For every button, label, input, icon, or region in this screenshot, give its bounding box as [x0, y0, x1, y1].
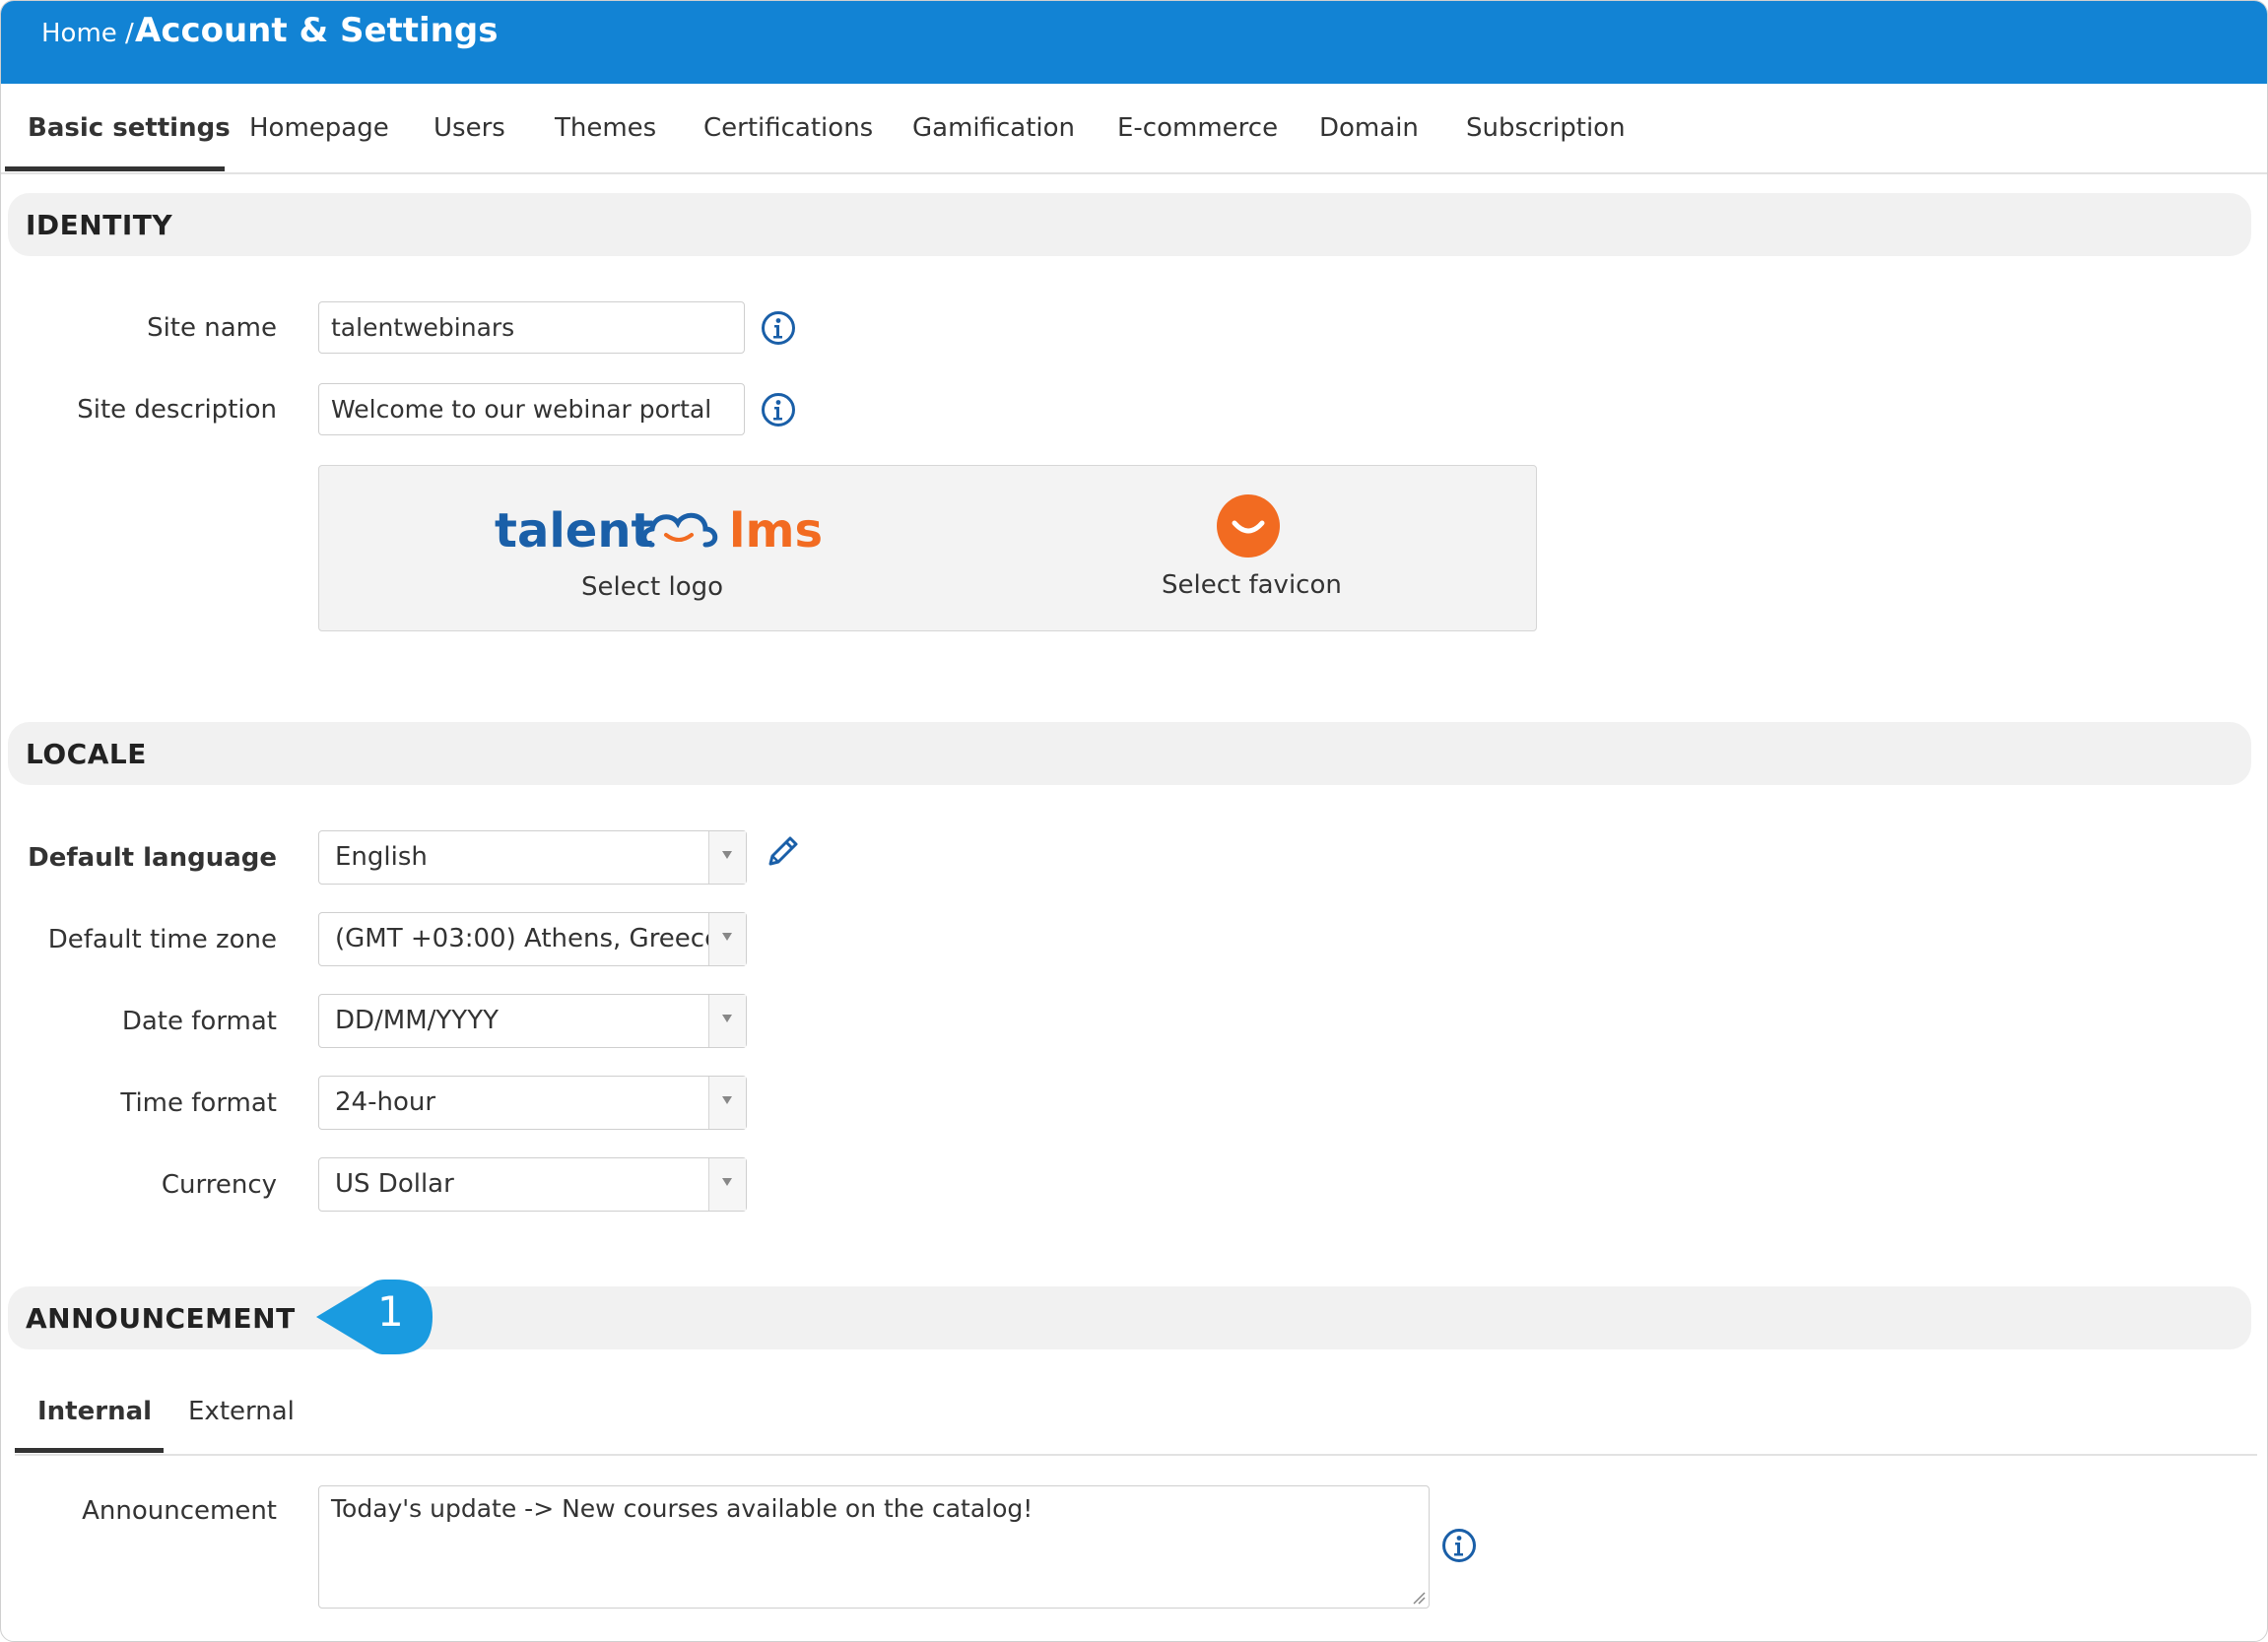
announcement-label: Announcement — [82, 1496, 277, 1526]
tab-certifications[interactable]: Certifications — [703, 113, 873, 143]
tab-themes[interactable]: Themes — [555, 113, 656, 143]
time-format-select[interactable]: 24-hour — [318, 1076, 747, 1130]
site-description-label: Site description — [77, 395, 277, 425]
announcement-section-title: ANNOUNCEMENT — [26, 1302, 296, 1335]
chevron-down-icon — [708, 913, 746, 965]
active-subtab-indicator — [15, 1448, 164, 1453]
date-format-select[interactable]: DD/MM/YYYY — [318, 994, 747, 1048]
tab-gamification[interactable]: Gamification — [912, 113, 1075, 143]
site-description-info-icon[interactable] — [761, 392, 796, 427]
announcement-info-icon[interactable] — [1441, 1528, 1477, 1563]
logo-text-talent: talent — [495, 503, 653, 555]
subtab-external[interactable]: External — [188, 1397, 295, 1426]
date-format-value: DD/MM/YYYY — [335, 1006, 499, 1035]
tab-domain[interactable]: Domain — [1319, 113, 1419, 143]
tab-basic-settings[interactable]: Basic settings — [28, 113, 231, 143]
time-zone-select[interactable]: (GMT +03:00) Athens, Greece — [318, 912, 747, 966]
favicon-smile-icon[interactable] — [1216, 493, 1281, 558]
locale-section-header: LOCALE — [8, 722, 2251, 785]
breadcrumb-home-link[interactable]: Home / — [41, 19, 134, 48]
chevron-down-icon — [708, 1158, 746, 1211]
app-frame: Home / Account & Settings Basic settings… — [0, 0, 2268, 1642]
tab-users[interactable]: Users — [434, 113, 505, 143]
callout-number: 1 — [377, 1287, 404, 1336]
time-format-value: 24-hour — [335, 1087, 436, 1117]
default-language-value: English — [335, 842, 428, 872]
resize-handle-icon[interactable] — [1412, 1591, 1426, 1605]
logo-text-lms: lms — [729, 503, 823, 555]
default-language-label: Default language — [28, 843, 277, 873]
header-bar: Home / Account & Settings — [1, 1, 2267, 84]
subtab-internal[interactable]: Internal — [37, 1397, 152, 1426]
site-name-input[interactable] — [318, 301, 745, 354]
active-tab-indicator — [5, 166, 225, 171]
time-format-label: Time format — [120, 1088, 277, 1118]
default-language-select[interactable]: English — [318, 830, 747, 885]
identity-section-title: IDENTITY — [26, 209, 173, 241]
locale-section-title: LOCALE — [26, 738, 147, 770]
branding-box: talent lms Select logo Select favicon — [318, 465, 1537, 631]
announcement-textarea[interactable]: Today's update -> New courses available … — [318, 1485, 1430, 1609]
site-name-label: Site name — [147, 313, 277, 343]
chevron-down-icon — [708, 995, 746, 1047]
currency-select[interactable]: US Dollar — [318, 1157, 747, 1212]
select-logo-link[interactable]: Select logo — [581, 572, 723, 602]
settings-tabs: Basic settings Homepage Users Themes Cer… — [1, 84, 2267, 174]
site-name-info-icon[interactable] — [761, 310, 796, 346]
edit-pencil-icon[interactable] — [765, 832, 802, 870]
callout-marker — [316, 1280, 433, 1354]
site-description-input[interactable] — [318, 383, 745, 435]
tab-e-commerce[interactable]: E-commerce — [1117, 113, 1278, 143]
identity-section-header: IDENTITY — [8, 193, 2251, 256]
chevron-down-icon — [708, 831, 746, 884]
announcement-subtabs: Internal External — [15, 1385, 2257, 1456]
talentlms-logo[interactable]: talent lms — [495, 495, 849, 555]
time-zone-label: Default time zone — [47, 925, 277, 954]
tab-homepage[interactable]: Homepage — [249, 113, 389, 143]
currency-value: US Dollar — [335, 1169, 454, 1199]
tab-subscription[interactable]: Subscription — [1466, 113, 1626, 143]
chevron-down-icon — [708, 1077, 746, 1129]
time-zone-value: (GMT +03:00) Athens, Greece — [335, 924, 721, 953]
date-format-label: Date format — [121, 1007, 277, 1036]
announcement-text: Today's update -> New courses available … — [331, 1494, 1034, 1523]
currency-label: Currency — [161, 1170, 277, 1200]
select-favicon-link[interactable]: Select favicon — [1162, 570, 1342, 600]
page-title: Account & Settings — [135, 11, 499, 50]
